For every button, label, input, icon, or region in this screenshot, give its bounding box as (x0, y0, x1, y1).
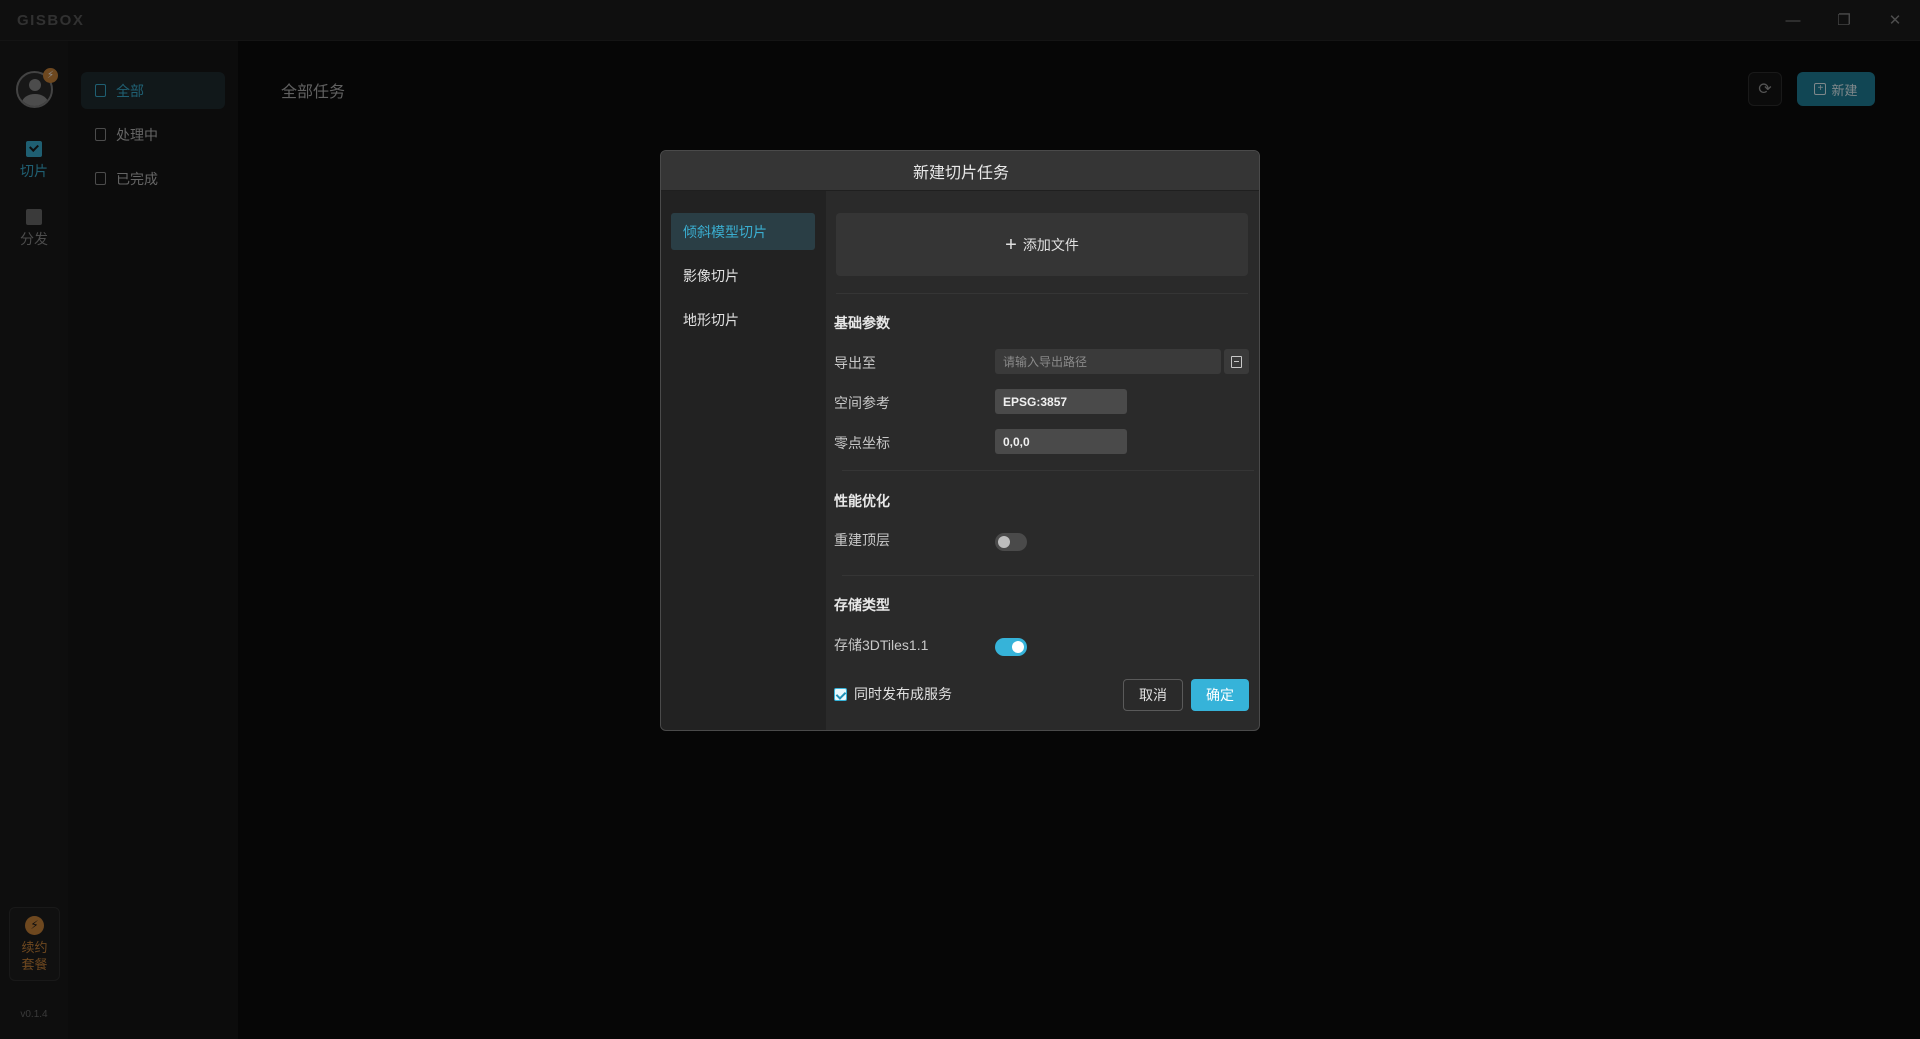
dialog-tab-oblique-model[interactable]: 倾斜模型切片 (671, 213, 815, 250)
export-label: 导出至 (834, 355, 876, 371)
section-title-storage: 存储类型 (834, 597, 890, 613)
browse-folder-button[interactable] (1224, 349, 1249, 374)
dialog-title: 新建切片任务 (661, 151, 1259, 191)
publish-service-option[interactable]: 同时发布成服务 (834, 684, 952, 704)
export-path-input[interactable] (995, 349, 1221, 374)
srs-label: 空间参考 (834, 395, 890, 411)
store-3dtiles-label: 存储3DTiles1.1 (834, 637, 929, 653)
cancel-button[interactable]: 取消 (1123, 679, 1183, 711)
zero-point-label: 零点坐标 (834, 435, 890, 451)
section-title-basic-params: 基础参数 (834, 315, 890, 331)
zero-point-input[interactable] (995, 429, 1127, 454)
add-file-button[interactable]: + 添加文件 (836, 213, 1248, 276)
rebuild-top-label: 重建顶层 (834, 532, 890, 548)
srs-input[interactable] (995, 389, 1127, 414)
divider (842, 470, 1254, 471)
toggle-knob (998, 536, 1010, 548)
dialog-sidebar: 倾斜模型切片 影像切片 地形切片 (661, 191, 826, 730)
publish-service-checkbox[interactable] (834, 687, 847, 701)
divider (836, 293, 1248, 294)
divider (842, 575, 1254, 576)
new-slice-task-dialog: 新建切片任务 倾斜模型切片 影像切片 地形切片 + 添加文件 (660, 150, 1260, 731)
folder-icon (1231, 355, 1242, 368)
section-title-performance: 性能优化 (834, 493, 890, 509)
confirm-button[interactable]: 确定 (1191, 679, 1249, 711)
plus-icon: + (1005, 233, 1017, 256)
rebuild-top-toggle[interactable] (995, 533, 1027, 551)
publish-service-label: 同时发布成服务 (854, 686, 952, 702)
add-file-label: 添加文件 (1022, 236, 1079, 253)
dialog-tab-imagery[interactable]: 影像切片 (671, 257, 815, 294)
toggle-knob (1012, 641, 1024, 653)
store-3dtiles-toggle[interactable] (995, 638, 1027, 656)
dialog-tab-terrain[interactable]: 地形切片 (671, 301, 815, 338)
